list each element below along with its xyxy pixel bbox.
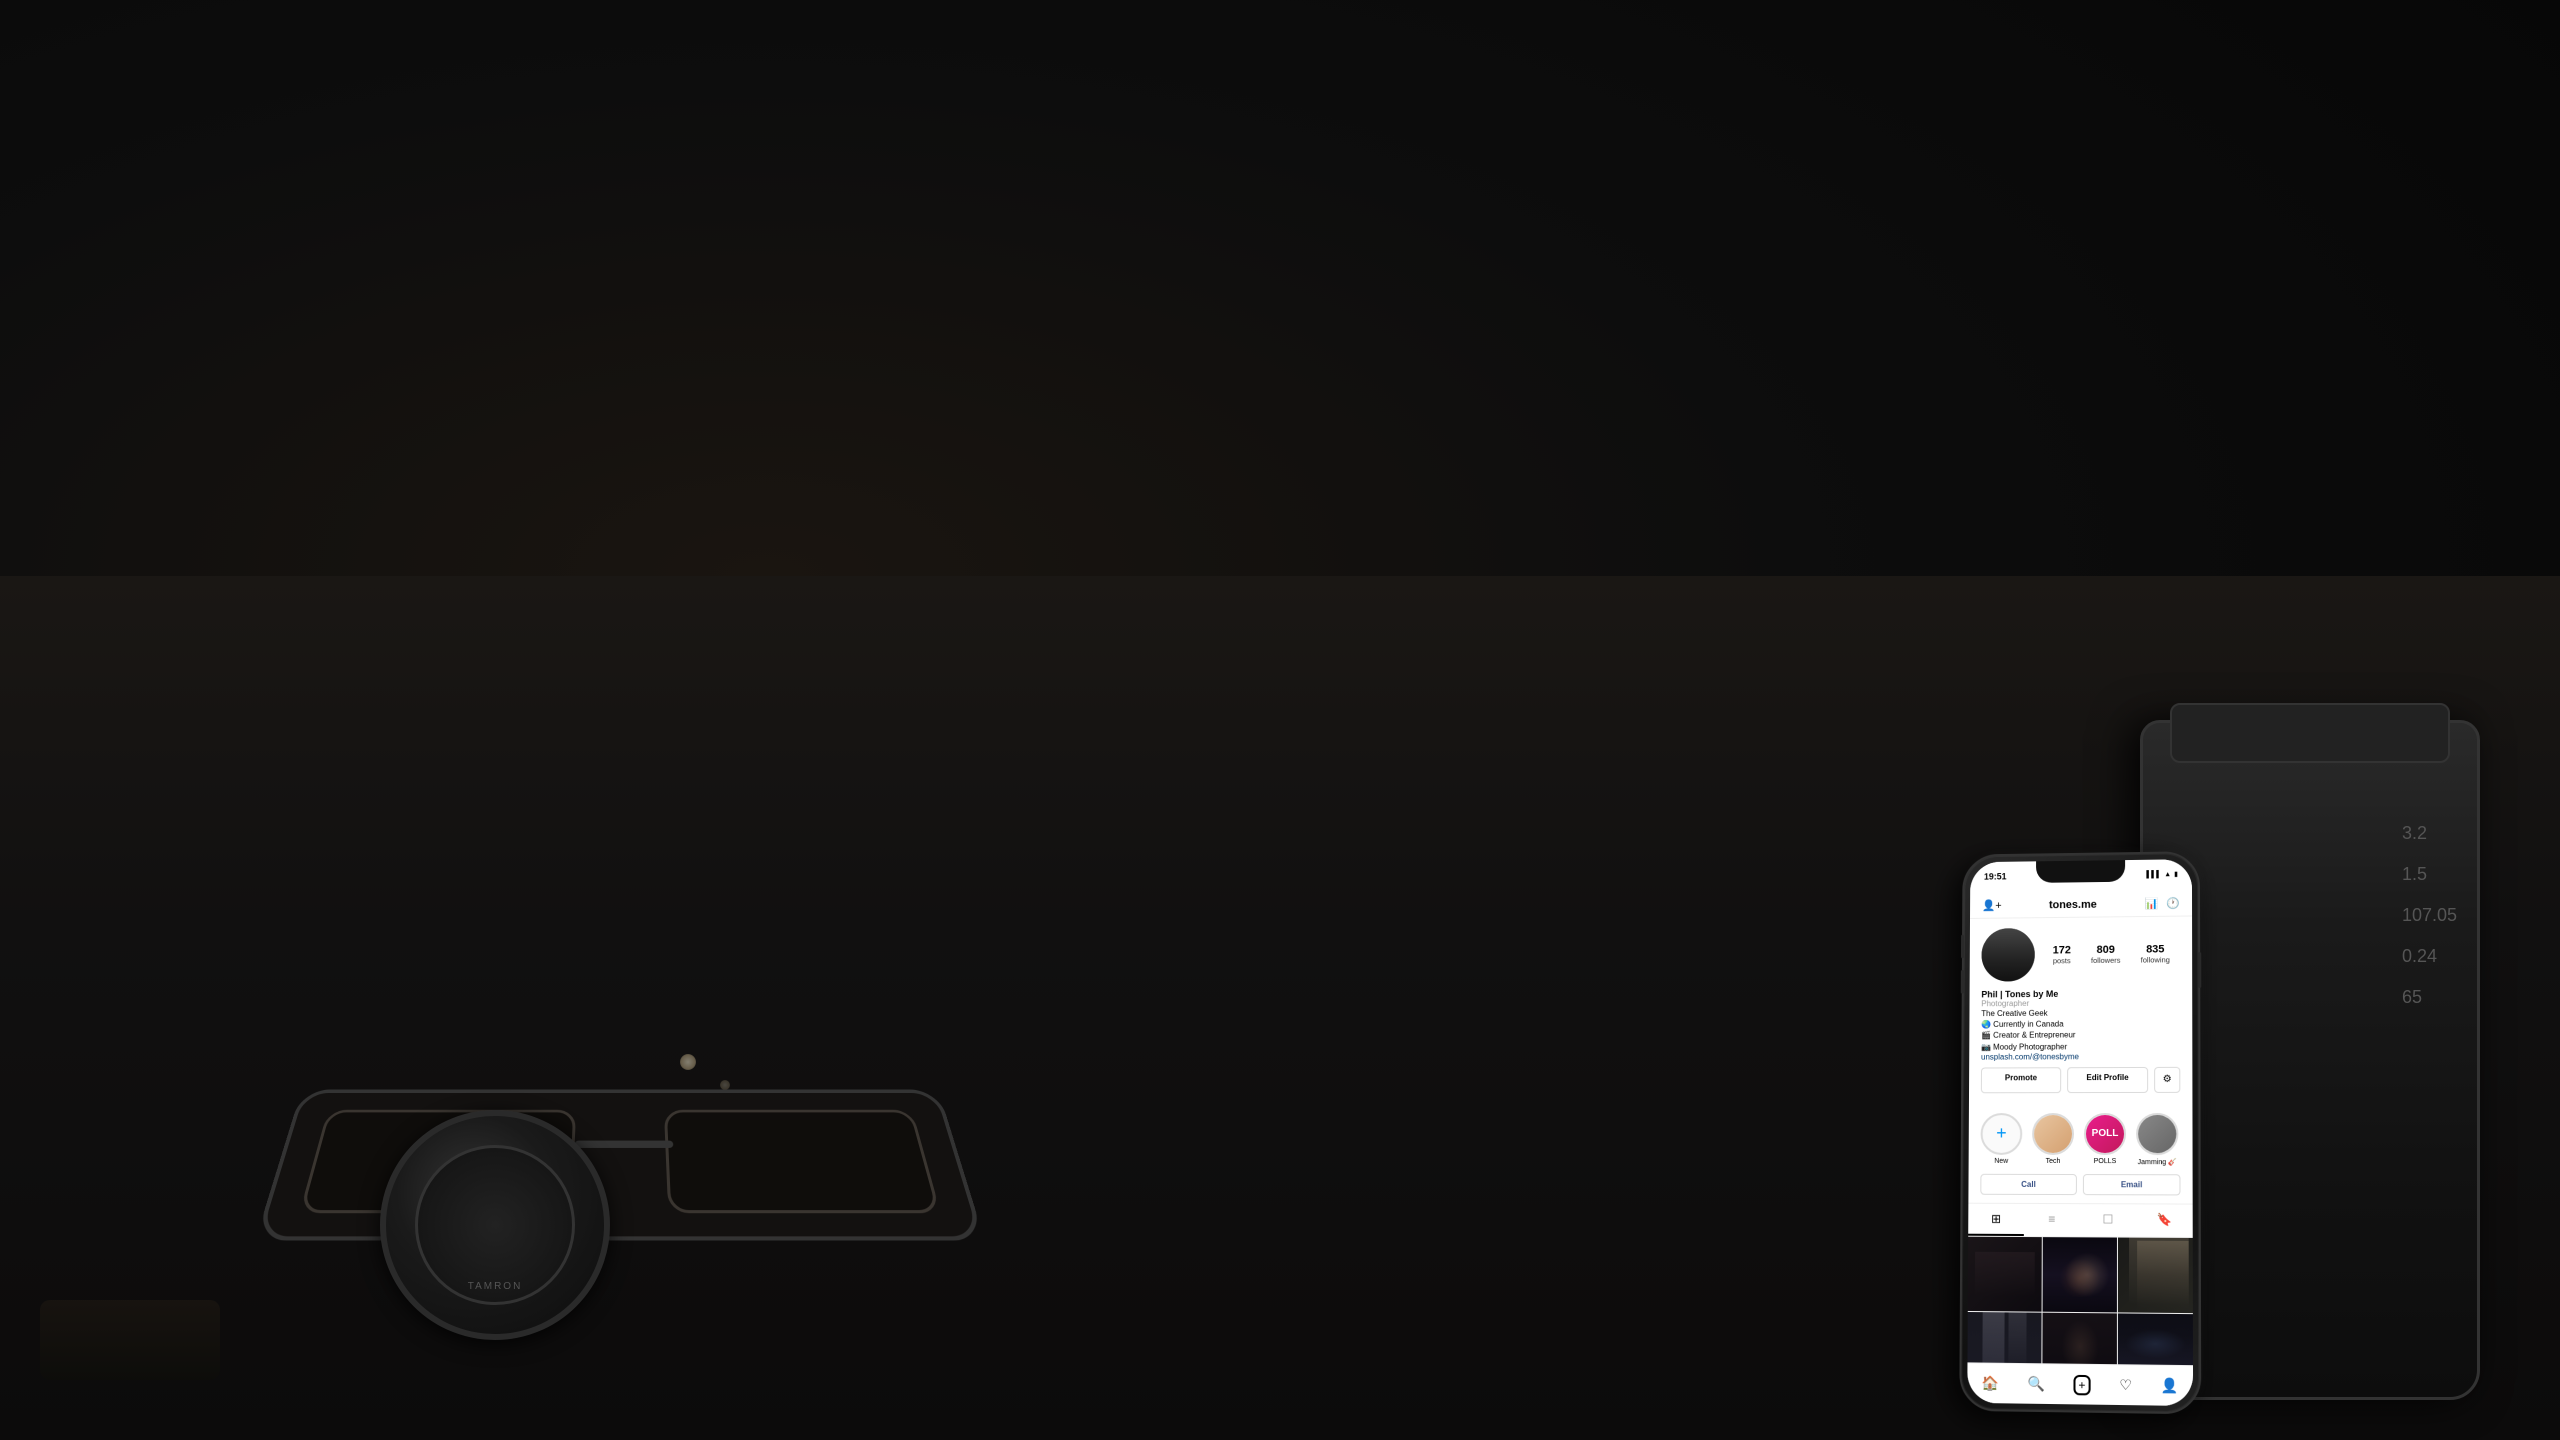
story-tech[interactable]: Tech — [2032, 1113, 2074, 1166]
nav-profile-icon[interactable]: 👤 — [2161, 1377, 2179, 1395]
nav-search-icon[interactable]: 🔍 — [2027, 1375, 2045, 1392]
glasses-frame — [255, 1090, 985, 1241]
story-tech-circle — [2032, 1113, 2074, 1155]
lens-cap-text: TAMRON — [468, 1281, 523, 1292]
posts-label: posts — [2053, 956, 2071, 965]
nav-home-icon[interactable]: 🏠 — [1981, 1375, 1998, 1392]
tab-grid[interactable]: ⊞ — [1968, 1203, 2024, 1235]
email-button[interactable]: Email — [2083, 1174, 2181, 1195]
photo-2[interactable] — [2043, 1237, 2117, 1312]
big-lens-top — [2170, 703, 2450, 763]
left-object — [40, 1300, 220, 1380]
bio-line-4: 📷 Moody Photographer — [1981, 1040, 2180, 1052]
status-time: 19:51 — [1984, 872, 2007, 882]
battery-icon: ▮ — [2174, 870, 2178, 878]
phone: 19:51 ▌▌▌ ▲ ▮ 👤+ tones.me 📊 🕐 — [1959, 851, 2201, 1414]
add-friend-icon[interactable]: 👤+ — [1982, 899, 2002, 912]
topnav-right: 📊 🕐 — [2145, 897, 2180, 910]
phone-body: 19:51 ▌▌▌ ▲ ▮ 👤+ tones.me 📊 🕐 — [1959, 851, 2201, 1414]
profile-header: 172 posts 809 followers 835 following — [1969, 916, 2193, 1106]
phone-notch — [2036, 860, 2125, 883]
bio-line-3: 🎬 Creator & Entrepreneur — [1981, 1029, 2180, 1041]
profile-username: tones.me — [2049, 898, 2097, 910]
photo-1[interactable] — [1968, 1236, 2042, 1311]
profile-action-buttons: Promote Edit Profile ⚙ — [1981, 1067, 2180, 1093]
stories-row: + New Tech POLL — [1969, 1107, 2193, 1174]
tab-list[interactable]: ≡ — [2024, 1204, 2080, 1236]
phone-screen: 19:51 ▌▌▌ ▲ ▮ 👤+ tones.me 📊 🕐 — [1967, 859, 2193, 1406]
followers-label: followers — [2091, 955, 2120, 964]
stat-followers[interactable]: 809 followers — [2091, 943, 2120, 964]
nav-activity-icon[interactable]: ♡ — [2119, 1376, 2132, 1394]
lens-cap-inner: TAMRON — [415, 1145, 575, 1305]
story-jamming-thumb — [2138, 1115, 2176, 1153]
stat-posts: 172 posts — [2053, 944, 2071, 965]
story-jamming-circle — [2136, 1113, 2178, 1155]
glasses-lens-right — [664, 1110, 941, 1213]
avatar-image — [1981, 928, 2034, 982]
story-polls-thumb: POLL — [2086, 1115, 2124, 1153]
tab-tagged[interactable]: ☐ — [2080, 1204, 2136, 1236]
volume-down-button — [1961, 970, 1964, 994]
avatar-stats-row: 172 posts 809 followers 835 following — [1981, 927, 2180, 982]
lens-markings: 3.2 1.5 107.05 0.24 65 — [2402, 823, 2457, 1008]
bio-link[interactable]: unsplash.com/@tonesbyme — [1981, 1052, 2180, 1062]
following-label: following — [2141, 955, 2170, 964]
grid-tabs: ⊞ ≡ ☐ 🔖 — [1968, 1202, 2193, 1237]
volume-up-button — [1961, 935, 1964, 959]
call-button[interactable]: Call — [1980, 1174, 2077, 1195]
lens-mark-3: 107.05 — [2402, 905, 2457, 926]
story-polls-label: POLLS — [2094, 1158, 2117, 1165]
story-jamming-label: Jamming 🎸 — [2138, 1158, 2177, 1166]
lens-mark-4: 0.24 — [2402, 946, 2457, 967]
story-tech-thumb — [2034, 1115, 2072, 1153]
edit-profile-button[interactable]: Edit Profile — [2067, 1067, 2148, 1093]
tab-saved[interactable]: 🔖 — [2136, 1204, 2193, 1237]
story-new-circle: + — [1981, 1113, 2023, 1155]
lens-mark-2: 1.5 — [2402, 864, 2457, 885]
story-tech-label: Tech — [2046, 1158, 2061, 1165]
followers-count: 809 — [2097, 943, 2115, 955]
lens-mark-1: 3.2 — [2402, 823, 2457, 844]
glasses-bridge — [575, 1141, 674, 1148]
chart-icon[interactable]: 📊 — [2145, 897, 2159, 910]
profile-stats: 172 posts 809 followers 835 following — [2043, 943, 2180, 965]
bottom-nav: 🏠 🔍 + ♡ 👤 — [1967, 1362, 2193, 1406]
settings-button[interactable]: ⚙ — [2154, 1067, 2180, 1093]
instagram-screen: 👤+ tones.me 📊 🕐 — [1967, 889, 2193, 1406]
clock-icon[interactable]: 🕐 — [2166, 897, 2180, 910]
lens-mark-5: 65 — [2402, 987, 2457, 1008]
posts-count: 172 — [2053, 944, 2071, 956]
following-count: 835 — [2146, 943, 2164, 955]
profile-bio: Phil | Tones by Me Photographer The Crea… — [1981, 988, 2180, 1061]
profile-avatar — [1981, 928, 2034, 982]
status-icons: ▌▌▌ ▲ ▮ — [2146, 870, 2178, 878]
plus-icon: + — [1996, 1123, 2007, 1144]
story-jamming[interactable]: Jamming 🎸 — [2136, 1113, 2178, 1166]
story-new-label: New — [1994, 1158, 2008, 1165]
instagram-topnav: 👤+ tones.me 📊 🕐 — [1970, 889, 2192, 919]
story-new[interactable]: + New — [1980, 1113, 2022, 1166]
promote-button[interactable]: Promote — [1981, 1067, 2061, 1093]
power-button — [2198, 952, 2201, 988]
wifi-icon: ▲ — [2164, 871, 2171, 878]
lens-cap: TAMRON — [380, 1110, 610, 1340]
signal-icon: ▌▌▌ — [2146, 871, 2161, 878]
contact-row: Call Email — [1968, 1174, 2192, 1204]
stat-following[interactable]: 835 following — [2141, 943, 2170, 964]
story-polls-circle: POLL — [2084, 1113, 2126, 1155]
nav-create-icon[interactable]: + — [2073, 1374, 2090, 1395]
photo-3[interactable] — [2118, 1237, 2193, 1313]
story-polls[interactable]: POLL POLLS — [2084, 1113, 2126, 1166]
